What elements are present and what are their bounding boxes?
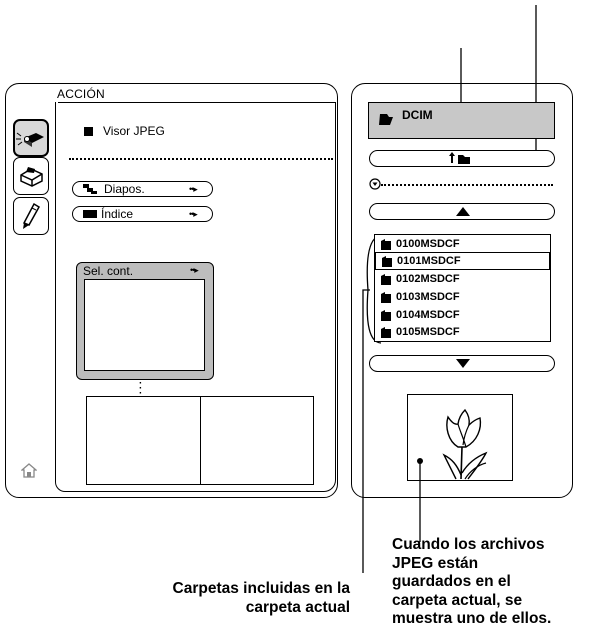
title-rule xyxy=(58,102,336,103)
home-icon[interactable] xyxy=(21,463,37,479)
caption-line: Carpetas incluidas en la xyxy=(172,580,350,597)
circle-down-icon xyxy=(369,178,381,190)
tulip-image xyxy=(442,408,488,480)
index-button[interactable]: Índice ••▸ xyxy=(72,206,213,222)
sel-cont-thumbnail[interactable] xyxy=(84,279,205,371)
toolbox-icon xyxy=(20,167,43,187)
thumbnail[interactable] xyxy=(200,396,314,485)
sel-cont-label: Sel. cont. xyxy=(83,264,134,278)
submenu-arrow-icon: ••▸ xyxy=(189,184,198,194)
caption-line: guardados en el xyxy=(392,573,511,590)
list-item[interactable]: 0101MSDCF xyxy=(375,252,550,270)
folder-name: 0104MSDCF xyxy=(396,309,460,321)
folder-icon xyxy=(381,238,391,250)
submenu-arrow-icon: ••▸ xyxy=(190,265,199,275)
jpeg-preview xyxy=(407,394,513,481)
caption-jpeg: Cuando los archivos JPEG están guardados… xyxy=(392,536,604,629)
folder-name: 0105MSDCF xyxy=(396,326,460,338)
thumbnail[interactable] xyxy=(86,396,201,485)
caption-line: JPEG están xyxy=(392,554,479,572)
caption-line: Cuando los archivos xyxy=(392,536,545,553)
list-item[interactable]: 0105MSDCF xyxy=(375,323,550,341)
caption-folders: Carpetas incluidas en la carpeta actual xyxy=(90,580,350,617)
caption-line: carpeta actual, se xyxy=(392,591,523,609)
folder-name: 0100MSDCF xyxy=(396,238,460,250)
pen-icon xyxy=(22,202,41,229)
folder-icon xyxy=(381,326,391,338)
up-folder-icon xyxy=(449,152,470,164)
scroll-up-button[interactable] xyxy=(369,203,555,220)
down-triangle-icon xyxy=(456,359,470,368)
caption-line: muestra uno de ellos. xyxy=(392,610,552,627)
more-indicator: · · · xyxy=(139,378,143,399)
folder-name: 0103MSDCF xyxy=(396,291,460,303)
list-item[interactable]: 0103MSDCF xyxy=(375,288,550,306)
scroll-down-button[interactable] xyxy=(369,355,555,372)
tab-setup[interactable] xyxy=(13,157,49,195)
slideshow-label: Diapos. xyxy=(104,182,145,196)
tab-action[interactable] xyxy=(13,119,49,157)
open-folder-icon xyxy=(379,114,393,125)
slideshow-icon xyxy=(83,184,97,194)
current-folder-name: DCIM xyxy=(402,108,433,122)
parent-folder-button[interactable] xyxy=(369,150,555,167)
up-triangle-icon xyxy=(456,207,470,216)
folder-name: 0102MSDCF xyxy=(396,273,460,285)
index-label: Índice xyxy=(101,207,134,221)
projector-icon xyxy=(16,132,44,147)
list-item[interactable]: 0100MSDCF xyxy=(375,235,550,253)
folder-icon xyxy=(382,255,392,267)
panel-title: ACCIÓN xyxy=(57,87,105,101)
folder-icon xyxy=(381,273,391,285)
index-icon xyxy=(83,210,97,218)
folder-list: 0100MSDCF 0101MSDCF 0102MSDCF 0103MSDCF … xyxy=(374,234,551,342)
visor-jpeg-label: Visor JPEG xyxy=(103,124,165,138)
tab-tools[interactable] xyxy=(13,197,49,235)
folder-icon xyxy=(381,291,391,303)
divider xyxy=(69,158,333,160)
slideshow-button[interactable]: Diapos. ••▸ xyxy=(72,181,213,197)
submenu-arrow-icon: ••▸ xyxy=(189,209,198,219)
folder-name: 0101MSDCF xyxy=(397,255,461,267)
list-item[interactable]: 0104MSDCF xyxy=(375,306,550,324)
current-folder-box xyxy=(368,102,555,139)
visor-bullet xyxy=(84,127,93,136)
folder-icon xyxy=(381,309,391,321)
list-item[interactable]: 0102MSDCF xyxy=(375,270,550,288)
divider xyxy=(381,184,553,186)
caption-line: carpeta actual xyxy=(245,598,350,616)
